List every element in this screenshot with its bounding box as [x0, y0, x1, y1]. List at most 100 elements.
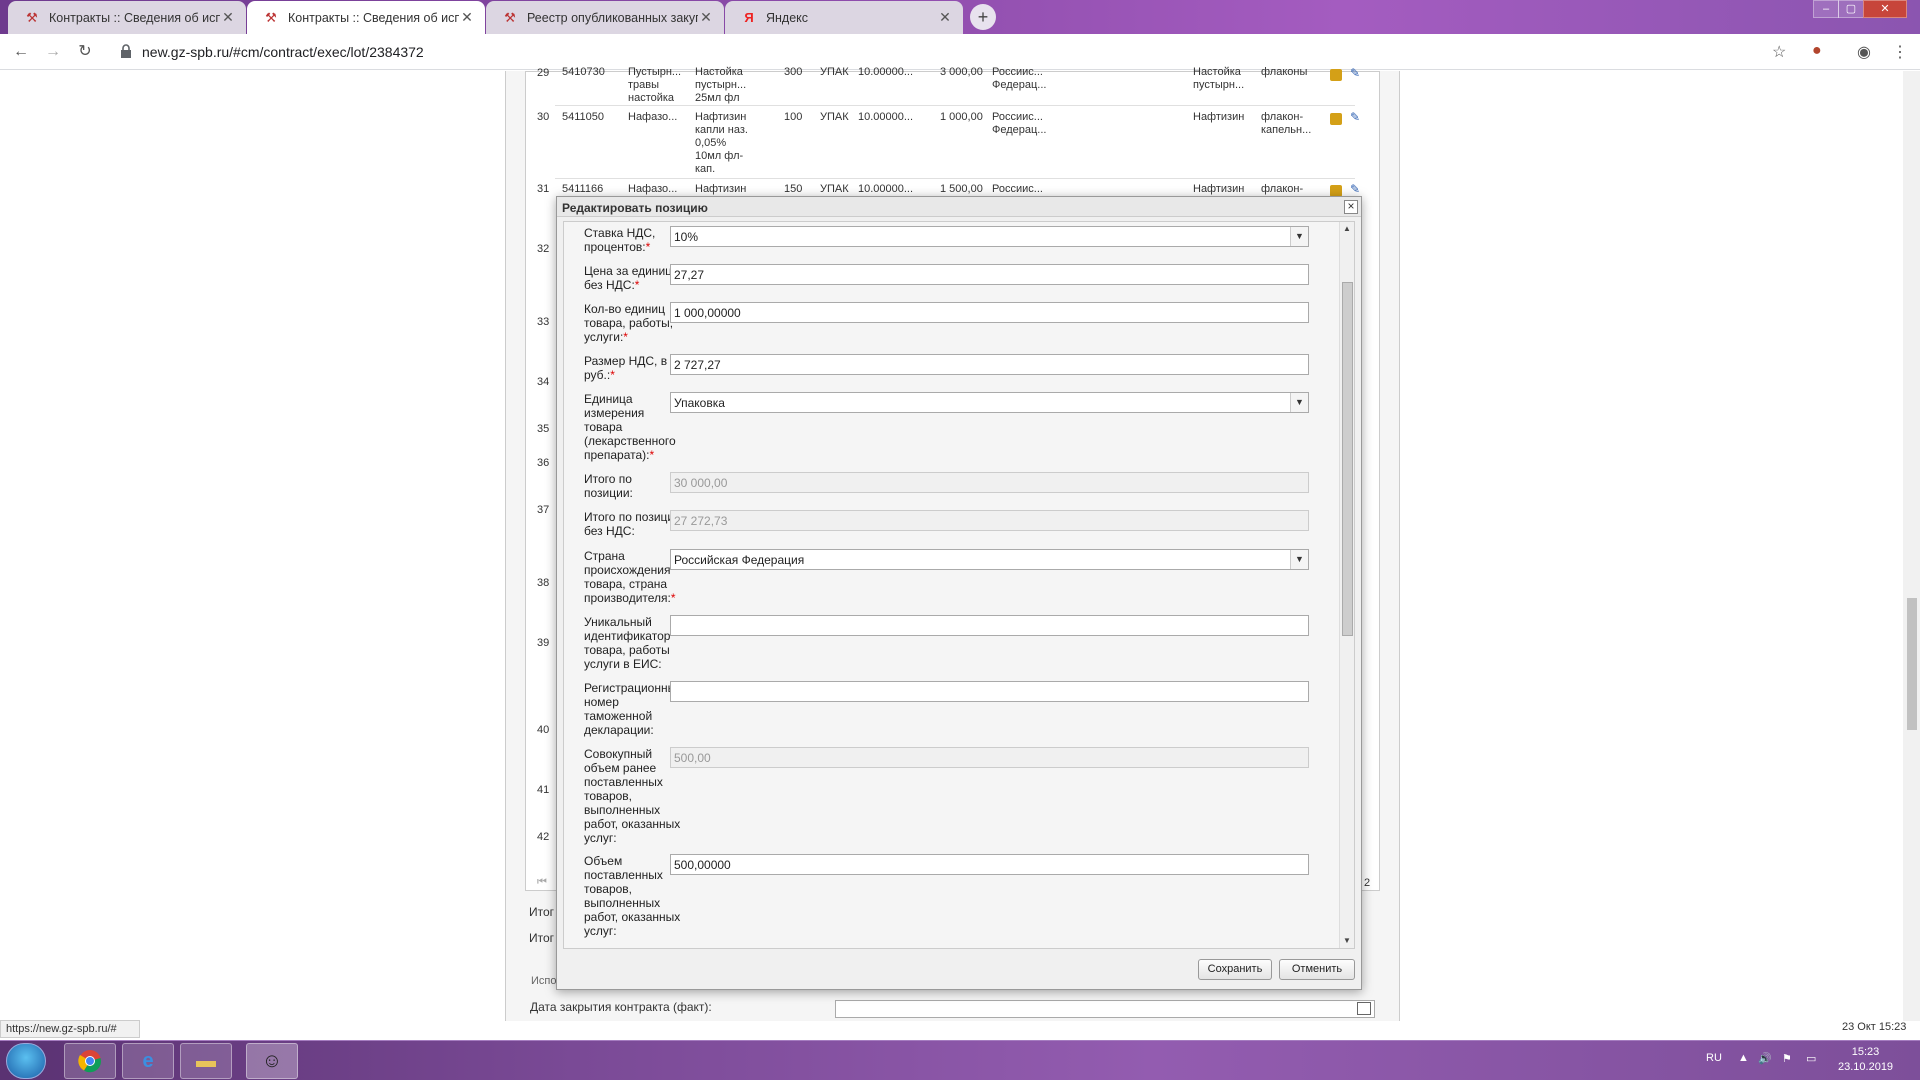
window-close-button[interactable]: ✕ — [1863, 0, 1907, 18]
row-number: 33 — [537, 316, 550, 328]
extension-icon[interactable]: ● — [1812, 42, 1822, 60]
chrome-taskbar-icon[interactable] — [64, 1043, 116, 1079]
forward-button[interactable]: → — [42, 41, 64, 63]
close-icon[interactable]: × — [1344, 200, 1358, 214]
chevron-down-icon[interactable]: ▼ — [1290, 550, 1308, 569]
tab-title: Контракты :: Сведения об испо — [49, 10, 220, 25]
unit-measure-label: Единица измерения товара (лекарственного… — [584, 392, 676, 462]
table-cell-sum: 3 000,00 — [940, 66, 983, 78]
ie-taskbar-icon[interactable]: e — [122, 1043, 174, 1079]
country-label: Страна происхождения товара, страна прои… — [584, 549, 676, 605]
cancel-button[interactable]: Отменить — [1279, 959, 1355, 980]
tab-registry[interactable]: ⚒ Реестр опубликованных закупо ✕ — [486, 1, 724, 34]
required-marker: * — [649, 448, 655, 462]
page-scrollbar[interactable] — [1903, 71, 1920, 1021]
scroll-up-icon[interactable]: ▲ — [1343, 224, 1351, 233]
tab-contracts-1[interactable]: ⚒ Контракты :: Сведения об испо ✕ — [8, 1, 246, 34]
customs-number-input[interactable] — [670, 681, 1309, 702]
scroll-down-icon[interactable]: ▼ — [1343, 936, 1351, 945]
coin-icon[interactable] — [1330, 69, 1342, 81]
calendar-icon[interactable] — [1357, 1002, 1371, 1015]
address-bar[interactable]: new.gz-spb.ru/#cm/contract/exec/lot/2384… — [142, 44, 424, 60]
network-icon[interactable]: ⚑ — [1782, 1052, 1792, 1065]
required-marker: * — [645, 240, 651, 254]
dialog-scrollbar-thumb[interactable] — [1342, 282, 1353, 636]
table-cell-trade: Нафтизин — [1193, 111, 1245, 123]
reload-button[interactable]: ↻ — [74, 41, 96, 63]
maximize-button[interactable]: ▢ — [1838, 0, 1864, 18]
close-icon[interactable]: ✕ — [220, 9, 236, 26]
back-button[interactable]: ← — [10, 41, 32, 63]
dialog-scrollbar[interactable]: ▲ ▼ — [1339, 222, 1354, 948]
unit-price-input[interactable]: 27,27 — [670, 264, 1309, 285]
table-cell-sum: 1 000,00 — [940, 111, 983, 123]
dialog-title: Редактировать позицию — [562, 201, 708, 215]
vat-amount-input[interactable]: 2 727,27 — [670, 354, 1309, 375]
bookmark-star-icon[interactable]: ☆ — [1772, 42, 1786, 62]
delivered-volume-input[interactable]: 500,00000 — [670, 854, 1309, 875]
folder-taskbar-icon[interactable]: ▬ — [180, 1043, 232, 1079]
table-cell-price: 10.00000... — [858, 66, 914, 78]
tray-arrow-icon[interactable]: ▲ — [1738, 1052, 1749, 1064]
quantity-input[interactable]: 1 000,00000 — [670, 302, 1309, 323]
total-label: Итого по позиции: — [584, 472, 633, 500]
row-number: 35 — [537, 423, 550, 435]
new-tab-button[interactable]: + — [970, 4, 996, 30]
table-cell-trade: Нафтизин — [1193, 183, 1245, 195]
save-button[interactable]: Сохранить — [1198, 959, 1272, 980]
edit-pencil-icon[interactable]: ✎ — [1350, 110, 1360, 124]
edit-pencil-icon[interactable]: ✎ — [1350, 182, 1360, 196]
app-taskbar-icon[interactable]: ☺ — [246, 1043, 298, 1079]
table-cell-price: 10.00000... — [858, 183, 914, 195]
dialog-header: Редактировать позицию × — [557, 197, 1361, 217]
coin-icon[interactable] — [1330, 113, 1342, 125]
clock-time: 15:23 — [1851, 1046, 1880, 1058]
quantity-label: Кол-во единиц товара, работы, услуги:* — [584, 302, 674, 344]
row-number: 37 — [537, 504, 550, 516]
row-number: 31 — [537, 183, 550, 195]
pager-first-icon[interactable]: ⏮ — [537, 876, 547, 889]
windows-start-button[interactable] — [6, 1043, 46, 1079]
minimize-button[interactable]: – — [1813, 0, 1839, 18]
table-cell-form: флаконы — [1261, 66, 1308, 78]
row-divider — [555, 105, 1355, 106]
browser-toolbar: ← → ↻ new.gz-spb.ru/#cm/contract/exec/lo… — [0, 34, 1920, 70]
edit-position-dialog: Редактировать позицию × Ставка НДС, проц… — [556, 196, 1362, 990]
tab-contracts-2[interactable]: ⚒ Контракты :: Сведения об испо ✕ — [247, 1, 485, 34]
action-center-icon[interactable]: ▭ — [1806, 1052, 1816, 1065]
volume-icon[interactable]: 🔊 — [1758, 1052, 1772, 1065]
total-no-vat-input: 27 272,73 — [670, 510, 1309, 531]
close-date-input[interactable] — [835, 1000, 1375, 1018]
close-icon[interactable]: ✕ — [698, 9, 714, 26]
table-cell-name: Пустырн... травы настойка — [628, 66, 682, 104]
unique-id-label: Уникальный идентификатор товара, работы … — [584, 615, 671, 671]
tab-yandex[interactable]: Я Яндекс ✕ — [725, 1, 963, 34]
page-scrollbar-thumb[interactable] — [1907, 598, 1917, 730]
clock-date: 23.10.2019 — [1838, 1061, 1894, 1073]
section-label: Испо — [531, 975, 557, 987]
delivered-volume-label: Объем поставленных товаров, выполненных … — [584, 854, 681, 938]
vat-rate-select[interactable]: 10% ▼ — [670, 226, 1309, 247]
close-icon[interactable]: ✕ — [459, 9, 475, 26]
edit-pencil-icon[interactable]: ✎ — [1350, 66, 1360, 80]
row-number: 36 — [537, 457, 550, 469]
table-cell-form: флакон- — [1261, 183, 1304, 195]
row-number: 30 — [537, 111, 550, 123]
required-marker: * — [634, 278, 640, 292]
tab-title: Яндекс — [766, 10, 809, 25]
table-cell-country: Россиис... Федерац... — [992, 66, 1047, 91]
language-indicator[interactable]: RU — [1706, 1052, 1722, 1064]
taskbar-clock[interactable]: 15:23 23.10.2019 — [1838, 1045, 1893, 1075]
unit-measure-select[interactable]: Упаковка ▼ — [670, 392, 1309, 413]
close-icon[interactable]: ✕ — [937, 9, 953, 26]
row-number: 38 — [537, 577, 550, 589]
vat-rate-label: Ставка НДС, процентов:* — [584, 226, 656, 254]
chevron-down-icon[interactable]: ▼ — [1290, 393, 1308, 412]
country-select[interactable]: Российская Федерация ▼ — [670, 549, 1309, 570]
menu-icon[interactable]: ⋮ — [1892, 42, 1908, 62]
profile-icon[interactable]: ◉ — [1857, 42, 1871, 62]
table-cell-desc: Нафтизин капли наз. 0,05% 10мл фл-кап. — [695, 111, 748, 175]
unique-id-input[interactable] — [670, 615, 1309, 636]
chevron-down-icon[interactable]: ▼ — [1290, 227, 1308, 246]
table-cell-country: Россиис... Федерац... — [992, 111, 1047, 136]
